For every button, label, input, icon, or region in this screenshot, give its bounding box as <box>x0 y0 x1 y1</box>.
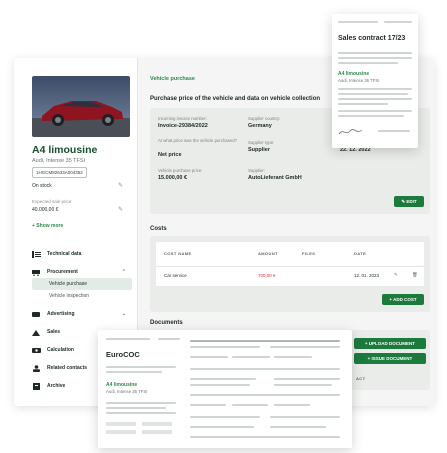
edit-button[interactable]: ✎ EDIT <box>394 196 424 207</box>
menu-label: Vehicle purchase <box>49 281 88 287</box>
menu-item-vehicle-inspection[interactable]: Vehicle inspection <box>32 290 132 302</box>
purchase-price-label: Vehicle purchase price: <box>158 168 203 173</box>
menu-label: Technical data <box>47 251 82 257</box>
supplier-label: Supplier: <box>248 168 265 173</box>
eurococ-car: A4 limousine <box>106 382 138 388</box>
supplier-type-label: Supplier type: <box>248 140 275 145</box>
expected-price-label: Expected sale price: <box>32 199 73 204</box>
menu-item-technical-data[interactable]: Technical data <box>32 248 132 260</box>
menu-label: Vehicle inspection <box>49 293 90 299</box>
documents-title: Documents <box>150 320 183 326</box>
vehicle-photo <box>32 76 130 137</box>
partial-column-header: ACT <box>356 376 366 381</box>
col-amount: AMOUNT <box>258 251 278 256</box>
chevron-down-icon: ⌄ <box>121 311 126 317</box>
price-question-value: Net price <box>158 152 182 158</box>
price-question-label: At what price was the vehicle purchased? <box>158 138 238 143</box>
sales-contract-car: A4 limousine <box>338 71 370 77</box>
menu-label: Advertising <box>47 311 75 317</box>
cost-name-cell: Car service <box>164 273 187 278</box>
eurococ-title: EuroCOC <box>106 350 140 359</box>
vehicle-title: A4 limousine <box>32 144 98 156</box>
supplier-type-value: Supplier <box>248 147 271 153</box>
sales-contract-car-subtitle: Audi, Intense 35 TFSI <box>338 78 380 83</box>
invoice-label: Incoming invoice number: <box>158 116 207 121</box>
vehicle-subtitle: Audi, Intense 35 TFSI <box>32 158 86 164</box>
upload-document-button[interactable]: + UPLOAD DOCUMENT <box>354 338 426 349</box>
archive-icon <box>32 382 41 390</box>
invoice-value: Invoice-29384/2022 <box>158 123 208 129</box>
contacts-icon <box>32 364 41 372</box>
sales-contract-document[interactable]: Sales contract 17/23 A4 limousine Audi, … <box>332 14 418 148</box>
col-cost-name: COST NAME <box>164 251 192 256</box>
menu-label: Archive <box>47 383 66 389</box>
eurococ-car-subtitle: Audi, Intense 35 TFSI <box>106 389 148 394</box>
signature-mark <box>338 124 364 142</box>
menu-label: Calculation <box>47 347 74 353</box>
stock-status: On stock <box>32 183 52 189</box>
menu-item-procurement[interactable]: Procurement ⌃ <box>32 266 132 278</box>
costs-table-header <box>156 242 424 266</box>
menu-item-vehicle-purchase[interactable]: Vehicle purchase <box>32 278 132 290</box>
trash-icon[interactable]: 🗑 <box>412 272 418 278</box>
edit-icon[interactable]: ✎ <box>394 272 398 278</box>
sales-contract-title: Sales contract 17/23 <box>338 35 406 42</box>
menu-label: Related contacts <box>47 365 88 371</box>
cost-amount-cell: 700,00 € <box>258 273 276 278</box>
costs-card: COST NAME AMOUNT FILES DATE Car service … <box>150 236 430 312</box>
col-files: FILES <box>302 251 316 256</box>
table-row[interactable] <box>156 266 424 286</box>
country-label: Supplier country: <box>248 116 281 121</box>
megaphone-icon <box>32 311 41 318</box>
menu-item-advertising[interactable]: Advertising ⌄ <box>32 308 132 320</box>
country-value: Germany <box>248 123 272 129</box>
issue-document-button[interactable]: + ISSUE DOCUMENT <box>354 353 426 364</box>
chevron-up-icon: ⌃ <box>121 269 126 275</box>
list-icon <box>32 250 41 258</box>
vin-badge: 1HGCM82633A004352 <box>32 167 87 178</box>
cart-icon <box>32 269 41 276</box>
edit-price-icon[interactable]: ✎ <box>118 206 123 213</box>
col-date: DATE <box>354 251 367 256</box>
show-more-link[interactable]: + Show more <box>32 223 63 229</box>
money-icon <box>32 347 41 354</box>
menu-label: Procurement <box>47 269 78 275</box>
sales-icon <box>32 329 41 336</box>
purchase-price-value: 15.000,00 € <box>158 175 188 181</box>
menu-label: Sales <box>47 329 61 335</box>
cost-date-cell: 12. 01. 2023 <box>354 273 380 278</box>
expected-price-value: 40.000,00 € <box>32 207 59 213</box>
add-cost-button[interactable]: + ADD COST <box>382 294 424 305</box>
costs-title: Costs <box>150 226 167 232</box>
purchase-section-title: Purchase price of the vehicle and data o… <box>150 96 321 102</box>
edit-status-icon[interactable]: ✎ <box>118 182 123 189</box>
eurococ-document[interactable]: EuroCOC A4 limousine Audi, Intense 35 TF… <box>98 330 352 448</box>
supplier-value: AutoLieferant GmbH <box>248 175 302 181</box>
